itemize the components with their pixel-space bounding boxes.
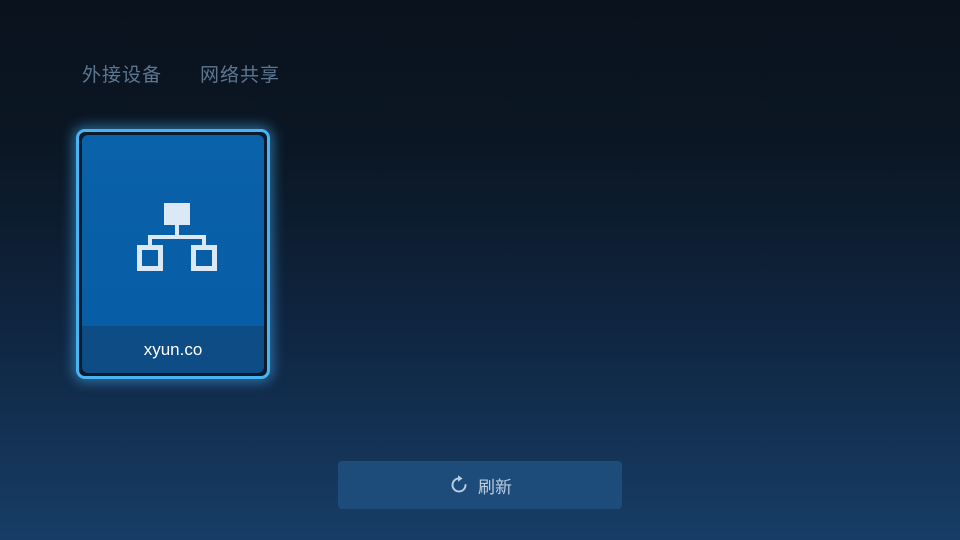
device-card-icon-area bbox=[82, 135, 264, 326]
refresh-button[interactable]: 刷新 bbox=[338, 461, 622, 509]
device-card-xyun[interactable]: xyun.co bbox=[76, 129, 270, 379]
device-name: xyun.co bbox=[143, 339, 203, 359]
tab-bar: 外接设备 网络共享 bbox=[82, 62, 280, 88]
network-icon bbox=[137, 203, 217, 271]
refresh-icon bbox=[451, 475, 467, 493]
tab-network-share[interactable]: 网络共享 bbox=[200, 62, 280, 88]
refresh-label: 刷新 bbox=[478, 477, 512, 498]
device-card-body: xyun.co bbox=[82, 135, 264, 373]
device-card-label-area: xyun.co bbox=[82, 326, 264, 373]
tab-external-devices[interactable]: 外接设备 bbox=[82, 62, 162, 88]
